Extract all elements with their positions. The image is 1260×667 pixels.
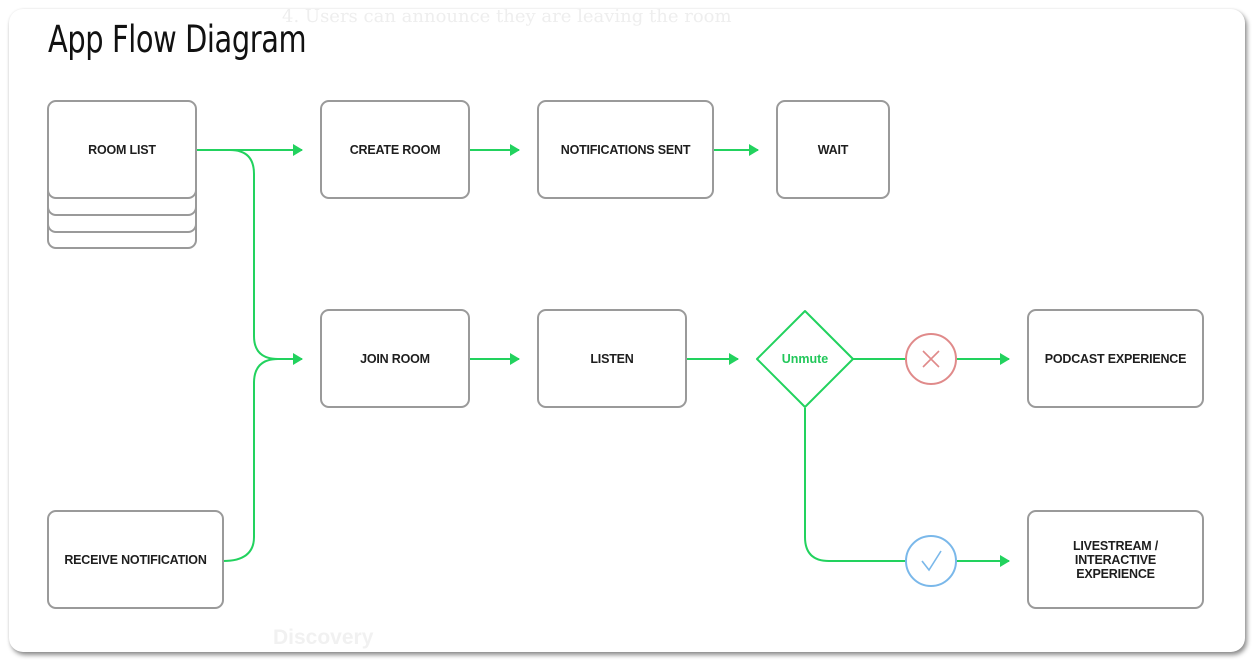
edge-roomlist-joinroom (229, 149, 303, 365)
node-notifications-sent: NOTIFICATIONS SENT (537, 100, 714, 199)
node-listen: LISTEN (537, 309, 687, 408)
edge-receivenotification-joinroom (222, 358, 279, 562)
node-label: RECEIVE NOTIFICATION (64, 552, 207, 567)
node-label: JOIN ROOM (360, 351, 430, 366)
edge-unmute-yes (804, 408, 906, 562)
node-label: NOTIFICATIONS SENT (560, 142, 691, 157)
node-label: PODCAST EXPERIENCE (1044, 351, 1187, 366)
node-label: LISTEN (590, 351, 634, 366)
node-label: WAIT (817, 142, 849, 157)
decision-label: Unmute (781, 352, 829, 366)
node-receive-notification: RECEIVE NOTIFICATION (47, 510, 224, 609)
node-label-line: EXPERIENCE (1076, 566, 1155, 581)
node-wait: WAIT (776, 100, 890, 199)
node-podcast-experience: PODCAST EXPERIENCE (1027, 309, 1204, 408)
check-mark-icon (905, 535, 957, 587)
node-create-room: CREATE ROOM (320, 100, 470, 199)
node-label-line: INTERACTIVE (1074, 552, 1157, 567)
node-label-line: LIVESTREAM / (1072, 538, 1159, 553)
node-livestream-experience: LIVESTREAM / INTERACTIVE EXPERIENCE (1027, 510, 1204, 609)
node-room-list: ROOM LIST (47, 100, 197, 199)
node-label: CREATE ROOM (349, 142, 441, 157)
node-label: ROOM LIST (88, 142, 156, 157)
node-join-room: JOIN ROOM (320, 309, 470, 408)
x-mark-icon (905, 333, 957, 385)
